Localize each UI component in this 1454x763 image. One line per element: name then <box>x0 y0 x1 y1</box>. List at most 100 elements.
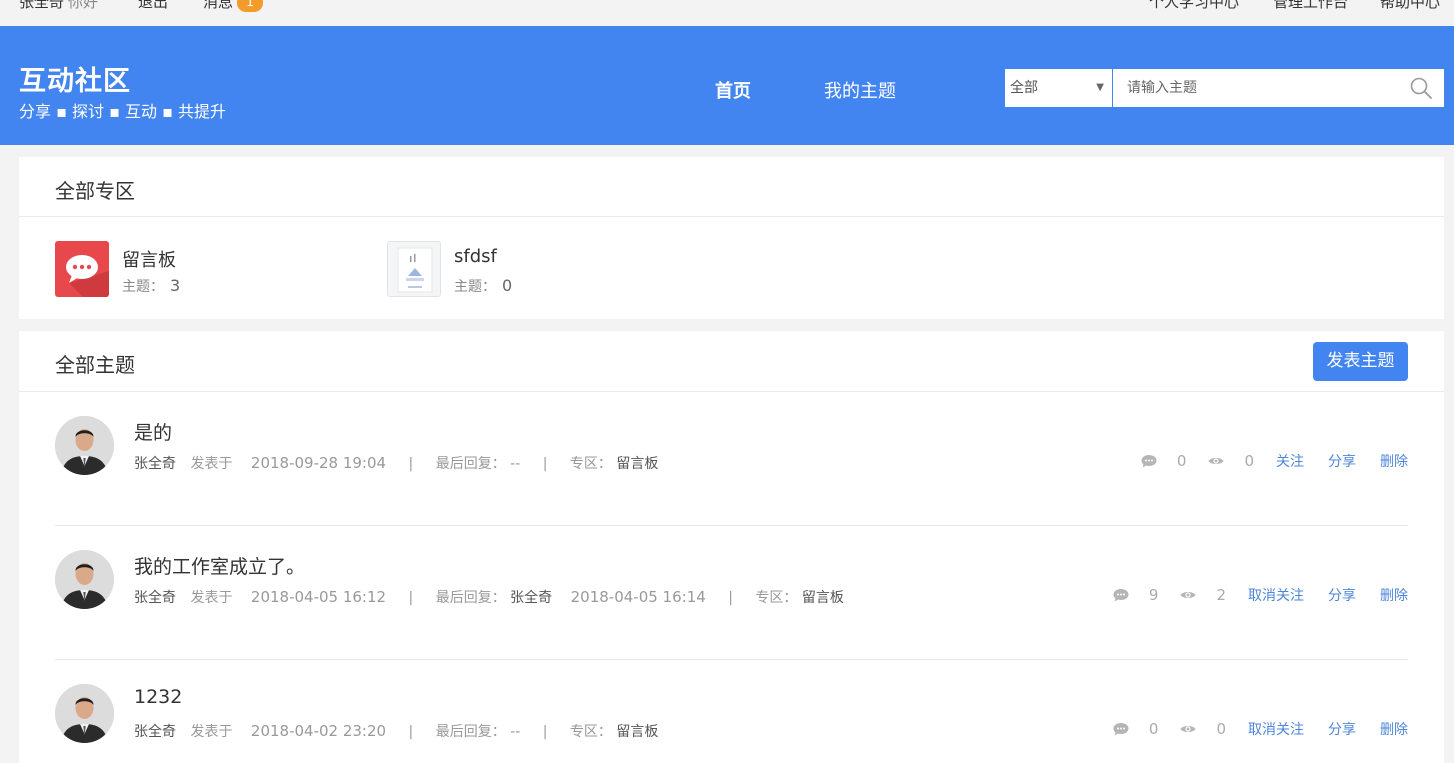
zone-label: 专区： <box>569 456 612 472</box>
zone-count-value: 3 <box>170 276 181 295</box>
zones-panel-header: 全部专区 <box>19 157 1444 217</box>
site-title[interactable]: 互动社区 <box>19 59 131 98</box>
comment-icon <box>1113 589 1129 602</box>
nav-my-topics[interactable]: 我的主题 <box>824 77 896 103</box>
zone-topic-count: 主题： 3 <box>122 276 180 296</box>
zone-card-guestbook[interactable]: 留言板 主题： 3 <box>55 241 355 297</box>
share-link[interactable]: 分享 <box>1328 451 1356 471</box>
posted-date: 2018-04-02 23:20 <box>250 722 387 740</box>
search-scope-value: 全部 <box>1010 80 1038 96</box>
topic-actions: 0 0 取消关注 分享 删除 <box>1113 718 1408 740</box>
meta-separator: | <box>408 724 414 740</box>
view-eye-icon <box>1208 458 1224 464</box>
help-link[interactable]: 帮助中心 <box>1380 0 1440 12</box>
last-reply-date: 2018-04-05 16:14 <box>570 588 706 606</box>
document-thumbnail-icon[interactable] <box>387 241 441 297</box>
view-eye-icon <box>1180 726 1196 732</box>
topic-zone[interactable]: 留言板 <box>802 590 844 606</box>
last-reply-date: -- <box>510 456 521 472</box>
topic-title[interactable]: 1232 <box>134 686 182 708</box>
topic-meta: 张全奇 发表于 2018-09-28 19:04 | 最后回复： -- | 专区… <box>134 453 658 473</box>
topic-author[interactable]: 张全奇 <box>134 590 176 606</box>
topic-author[interactable]: 张全奇 <box>134 724 176 740</box>
zone-name[interactable]: sfdsf <box>454 246 497 267</box>
topic-zone[interactable]: 留言板 <box>616 456 658 472</box>
posted-label: 发表于 <box>190 590 233 606</box>
topic-actions: 0 0 关注 分享 删除 <box>1141 450 1408 472</box>
topic-meta: 张全奇 发表于 2018-04-02 23:20 | 最后回复： -- | 专区… <box>134 721 658 741</box>
avatar[interactable] <box>55 416 114 475</box>
unfollow-link[interactable]: 取消关注 <box>1248 719 1304 739</box>
topic-item: 是的 张全奇 发表于 2018-09-28 19:04 | 最后回复： -- |… <box>55 392 1408 526</box>
comment-count: 0 <box>1148 720 1159 738</box>
topic-actions: 9 2 取消关注 分享 删除 <box>1113 584 1408 606</box>
user-name[interactable]: 张全奇 <box>19 0 64 11</box>
search-bar: 全部 ▼ <box>1005 69 1444 107</box>
zone-topic-count: 主题： 0 <box>454 276 512 296</box>
search-scope-select[interactable]: 全部 ▼ <box>1005 69 1112 107</box>
posted-date: 2018-04-05 16:12 <box>250 588 387 606</box>
delete-link[interactable]: 删除 <box>1380 451 1408 471</box>
zone-count-label: 主题： <box>454 279 496 295</box>
nav-home[interactable]: 首页 <box>715 77 751 103</box>
topics-panel-title: 全部主题 <box>55 353 135 377</box>
zone-count-label: 主题： <box>122 279 164 295</box>
zone-count-value: 0 <box>502 276 513 295</box>
meta-separator: | <box>728 590 733 606</box>
meta-separator: | <box>408 590 414 606</box>
last-reply-label: 最后回复： <box>435 456 506 472</box>
last-reply-date: -- <box>510 724 521 740</box>
meta-separator: | <box>408 456 414 472</box>
delete-link[interactable]: 删除 <box>1380 719 1408 739</box>
search-icon[interactable] <box>1410 77 1432 99</box>
topic-zone[interactable]: 留言板 <box>616 724 658 740</box>
zone-label: 专区： <box>569 724 612 740</box>
posted-label: 发表于 <box>190 456 233 472</box>
comment-count: 9 <box>1148 586 1159 604</box>
follow-link[interactable]: 关注 <box>1276 451 1304 471</box>
messages-label: 消息 <box>203 0 234 11</box>
comment-icon <box>1113 723 1129 736</box>
user-greeting[interactable]: 张全奇 你好 <box>19 0 98 12</box>
admin-link[interactable]: 管理工作台 <box>1273 0 1348 12</box>
search-input[interactable] <box>1113 69 1444 107</box>
site-subtitle: 分享 ▪ 探讨 ▪ 互动 ▪ 共提升 <box>19 102 227 121</box>
avatar[interactable] <box>55 684 114 743</box>
topics-panel-header: 全部主题 发表主题 <box>19 331 1444 392</box>
site-header: 互动社区 分享 ▪ 探讨 ▪ 互动 ▪ 共提升 首页 我的主题 全部 ▼ <box>0 26 1454 145</box>
share-link[interactable]: 分享 <box>1328 585 1356 605</box>
delete-link[interactable]: 删除 <box>1380 585 1408 605</box>
topic-meta: 张全奇 发表于 2018-04-05 16:12 | 最后回复： 张全奇 201… <box>134 587 844 607</box>
share-link[interactable]: 分享 <box>1328 719 1356 739</box>
last-reply-label: 最后回复： <box>435 724 506 740</box>
post-topic-button[interactable]: 发表主题 <box>1313 342 1408 381</box>
chat-bubble-icon[interactable] <box>55 241 109 297</box>
message-count-badge: 1 <box>237 0 264 12</box>
last-reply-label: 最后回复： <box>435 590 506 606</box>
avatar[interactable] <box>55 550 114 609</box>
view-count: 2 <box>1216 586 1226 604</box>
topic-title[interactable]: 我的工作室成立了。 <box>134 552 305 579</box>
meta-separator: | <box>542 724 548 740</box>
unfollow-link[interactable]: 取消关注 <box>1248 585 1304 605</box>
messages-link[interactable]: 消息 1 <box>203 0 264 12</box>
topics-panel: 全部主题 发表主题 是的 张全奇 发表于 2018-09-28 19:04 | … <box>19 331 1444 763</box>
zone-card-sfdsf[interactable]: sfdsf 主题： 0 <box>387 241 687 297</box>
last-reply-user[interactable]: 张全奇 <box>510 590 552 606</box>
view-eye-icon <box>1180 592 1196 598</box>
comment-icon <box>1141 455 1157 468</box>
topic-title[interactable]: 是的 <box>134 418 172 445</box>
zones-panel: 全部专区 留言板 主题： 3 sfdsf 主题： 0 <box>19 157 1444 319</box>
zones-panel-title: 全部专区 <box>55 179 135 203</box>
topic-author[interactable]: 张全奇 <box>134 456 176 472</box>
dropdown-arrow-icon: ▼ <box>1096 82 1104 93</box>
study-center-link[interactable]: 个人学习中心 <box>1149 0 1239 12</box>
comment-count: 0 <box>1176 452 1187 470</box>
meta-separator: | <box>542 456 548 472</box>
logout-link[interactable]: 退出 <box>138 0 168 12</box>
view-count: 0 <box>1244 452 1254 470</box>
zone-name[interactable]: 留言板 <box>122 246 176 272</box>
posted-date: 2018-09-28 19:04 <box>250 454 387 472</box>
topic-item: 我的工作室成立了。 张全奇 发表于 2018-04-05 16:12 | 最后回… <box>55 526 1408 660</box>
view-count: 0 <box>1216 720 1226 738</box>
